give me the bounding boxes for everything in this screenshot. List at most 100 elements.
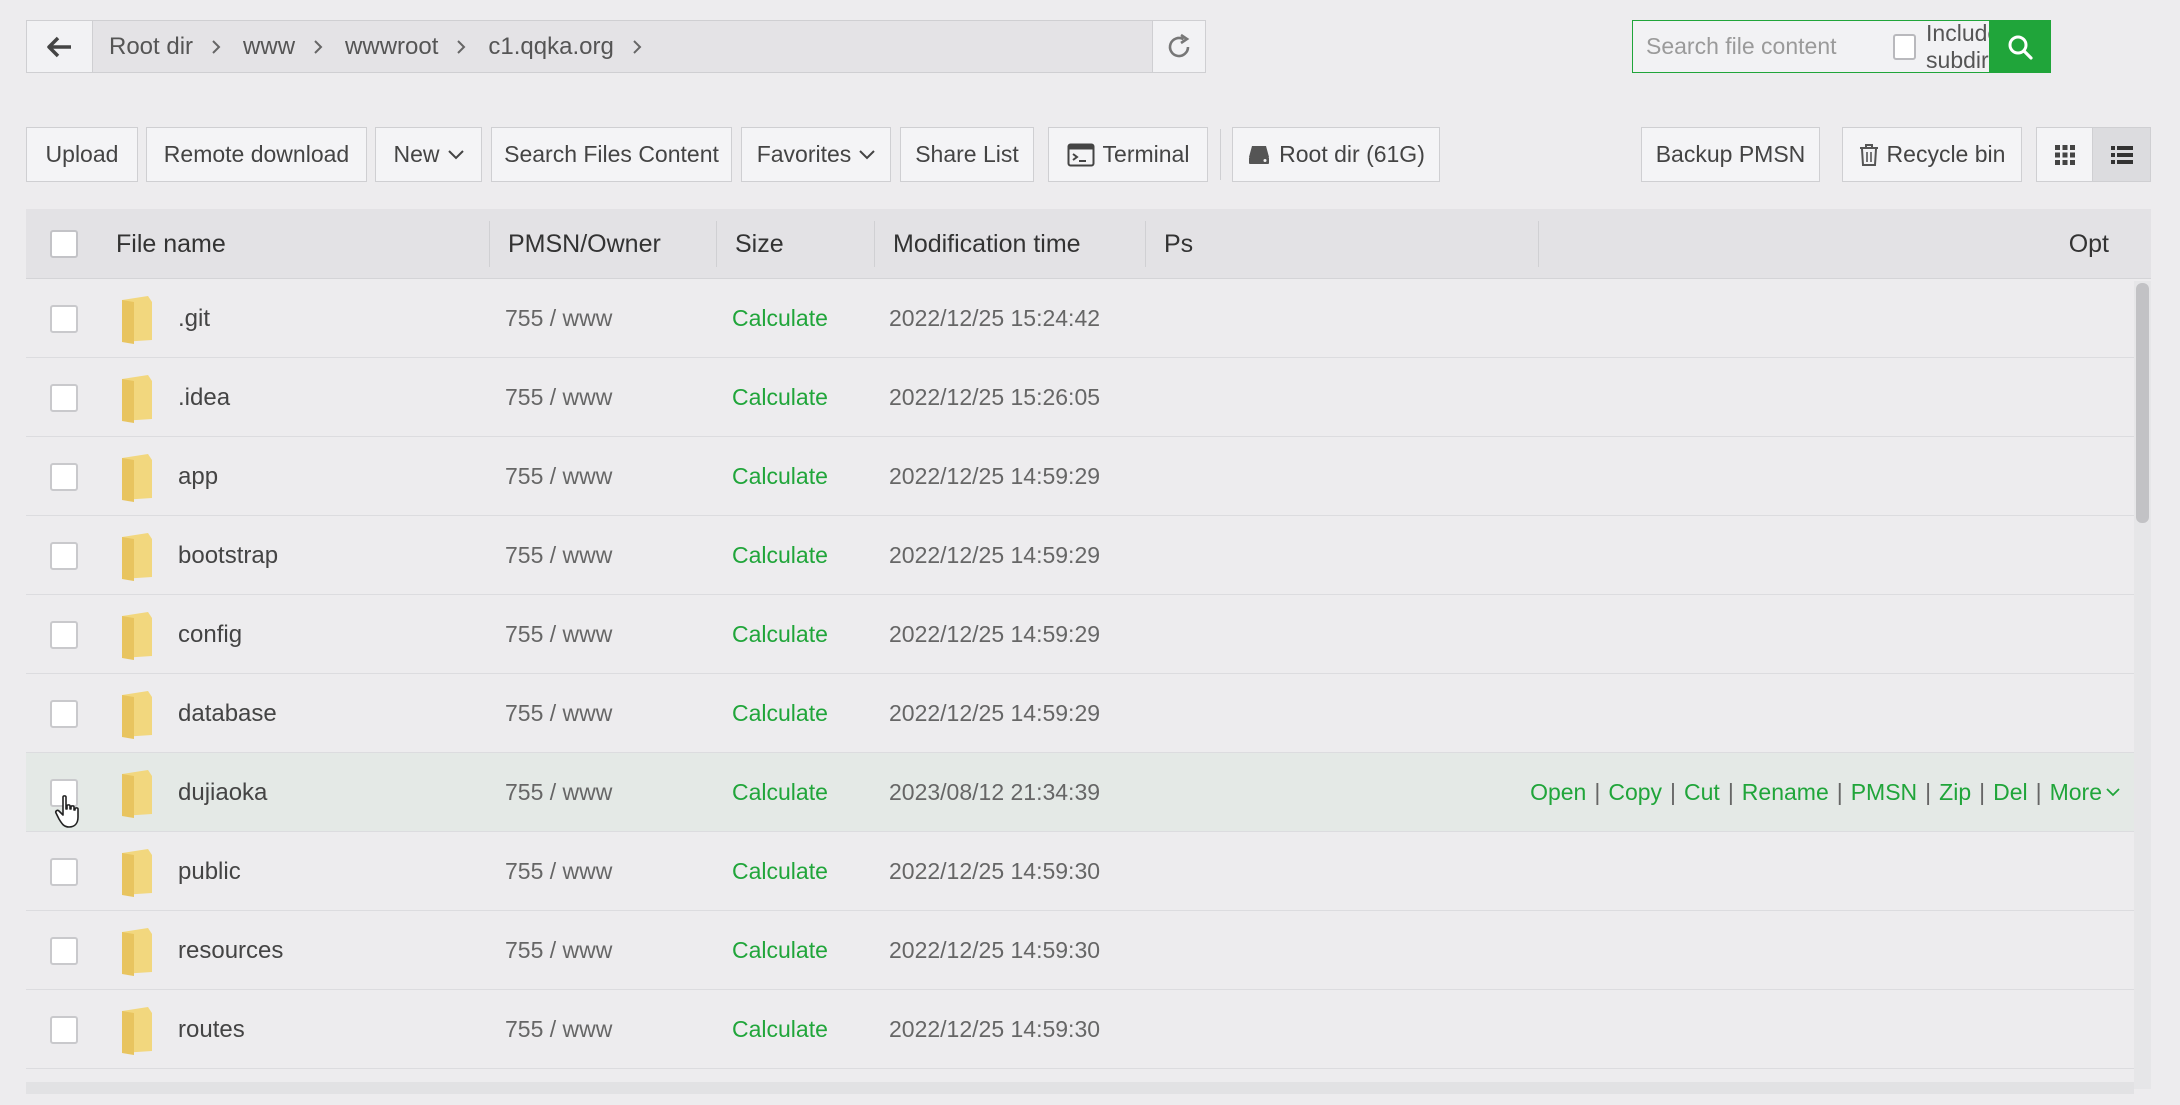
search-input[interactable] <box>1633 33 1883 60</box>
calculate-size-link[interactable]: Calculate <box>732 753 828 832</box>
file-name[interactable]: bootstrap <box>178 516 278 595</box>
file-permission[interactable]: 755 / www <box>505 358 612 437</box>
refresh-button[interactable] <box>1152 21 1205 72</box>
zip-link[interactable]: Zip <box>1939 779 1971 806</box>
vertical-scrollbar-thumb[interactable] <box>2136 283 2149 523</box>
row-checkbox[interactable] <box>50 1015 78 1044</box>
share-list-button[interactable]: Share List <box>900 127 1034 182</box>
favorites-dropdown-button[interactable]: Favorites <box>741 127 891 182</box>
header-modification-time[interactable]: Modification time <box>893 209 1081 279</box>
breadcrumb-wwwroot[interactable]: wwwroot <box>341 33 442 61</box>
include-subdir-checkbox[interactable] <box>1893 33 1917 60</box>
file-name[interactable]: app <box>178 437 218 516</box>
row-checkbox[interactable] <box>50 541 78 570</box>
terminal-button[interactable]: Terminal <box>1048 127 1208 182</box>
hard-disk-icon <box>1249 145 1270 164</box>
remote-download-button[interactable]: Remote download <box>146 127 367 182</box>
list-view-button[interactable] <box>2092 127 2151 182</box>
folder-icon <box>118 279 156 358</box>
file-permission[interactable]: 755 / www <box>505 911 612 990</box>
table-row[interactable]: database 755 / www Calculate 2022/12/25 14:… <box>26 674 2134 753</box>
select-all-checkbox[interactable] <box>50 230 78 258</box>
file-permission[interactable]: 755 / www <box>505 437 612 516</box>
file-name[interactable]: config <box>178 595 242 674</box>
calculate-size-link[interactable]: Calculate <box>732 437 828 516</box>
backup-pmsn-button[interactable]: Backup PMSN <box>1641 127 1820 182</box>
table-row[interactable]: routes 755 / www Calculate 2022/12/25 14:59… <box>26 990 2134 1069</box>
column-divider <box>874 221 875 267</box>
calculate-size-link[interactable]: Calculate <box>732 832 828 911</box>
recycle-bin-button[interactable]: Recycle bin <box>1842 127 2022 182</box>
file-name[interactable]: public <box>178 832 241 911</box>
modification-time: 2022/12/25 14:59:29 <box>889 700 1101 726</box>
header-ps[interactable]: Ps <box>1164 209 1193 279</box>
breadcrumb-www[interactable]: www <box>239 33 299 61</box>
file-name[interactable]: routes <box>178 990 245 1069</box>
more-link[interactable]: More <box>2050 779 2102 806</box>
row-checkbox[interactable] <box>50 699 78 728</box>
cut-link[interactable]: Cut <box>1684 779 1720 806</box>
row-checkbox[interactable] <box>50 462 78 491</box>
upload-button[interactable]: Upload <box>26 127 138 182</box>
file-permission[interactable]: 755 / www <box>505 516 612 595</box>
file-permission[interactable]: 755 / www <box>505 674 612 753</box>
horizontal-scrollbar-track[interactable] <box>26 1082 2134 1094</box>
open-link[interactable]: Open <box>1530 779 1586 806</box>
header-file-name[interactable]: File name <box>116 209 226 279</box>
file-name[interactable]: .idea <box>178 358 230 437</box>
header-size[interactable]: Size <box>735 209 784 279</box>
folder-icon <box>118 753 156 832</box>
chevron-right-icon <box>313 39 323 55</box>
table-row[interactable]: dujiaoka 755 / www Calculate 2023/08/12 21:… <box>26 753 2134 832</box>
calculate-size-link[interactable]: Calculate <box>732 674 828 753</box>
table-row[interactable]: config 755 / www Calculate 2022/12/25 14:59… <box>26 595 2134 674</box>
calculate-size-link[interactable]: Calculate <box>732 911 828 990</box>
row-checkbox[interactable] <box>50 304 78 333</box>
folder-icon <box>118 595 156 674</box>
row-checkbox[interactable] <box>50 857 78 886</box>
root-dir-disk-button[interactable]: Root dir (61G) <box>1232 127 1440 182</box>
new-dropdown-button[interactable]: New <box>375 127 482 182</box>
file-permission[interactable]: 755 / www <box>505 832 612 911</box>
row-select-cell <box>50 358 78 437</box>
calculate-size-link[interactable]: Calculate <box>732 279 828 358</box>
back-button[interactable] <box>27 21 93 72</box>
calculate-size-link[interactable]: Calculate <box>732 516 828 595</box>
breadcrumb-site[interactable]: c1.qqka.org <box>484 33 617 61</box>
search-files-content-button[interactable]: Search Files Content <box>491 127 732 182</box>
del-link[interactable]: Del <box>1993 779 2028 806</box>
table-row[interactable]: .git 755 / www Calculate 2022/12/25 15:24:4… <box>26 279 2134 358</box>
folder-icon <box>118 832 156 911</box>
rename-link[interactable]: Rename <box>1742 779 1829 806</box>
table-row[interactable]: app 755 / www Calculate 2022/12/25 14:59:29 <box>26 437 2134 516</box>
row-checkbox[interactable] <box>50 383 78 412</box>
calculate-size-link[interactable]: Calculate <box>732 990 828 1069</box>
modification-time: 2022/12/25 14:59:30 <box>889 1016 1101 1042</box>
folder-icon <box>118 990 156 1069</box>
file-name[interactable]: database <box>178 674 277 753</box>
modification-time: 2022/12/25 14:59:30 <box>889 858 1101 884</box>
row-checkbox[interactable] <box>50 620 78 649</box>
pmsn-link[interactable]: PMSN <box>1851 779 1917 806</box>
file-name[interactable]: dujiaoka <box>178 753 267 832</box>
remote-download-label: Remote download <box>163 141 350 167</box>
calculate-size-link[interactable]: Calculate <box>732 595 828 674</box>
table-row[interactable]: bootstrap 755 / www Calculate 2022/12/25 14… <box>26 516 2134 595</box>
calculate-size-link[interactable]: Calculate <box>732 358 828 437</box>
table-row[interactable]: .idea 755 / www Calculate 2022/12/25 15:26:… <box>26 358 2134 437</box>
row-checkbox[interactable] <box>50 936 78 965</box>
file-permission[interactable]: 755 / www <box>505 990 612 1069</box>
table-row[interactable]: resources 755 / www Calculate 2022/12/25 14… <box>26 911 2134 990</box>
file-permission[interactable]: 755 / www <box>505 753 612 832</box>
file-permission[interactable]: 755 / www <box>505 595 612 674</box>
file-name[interactable]: .git <box>178 279 210 358</box>
grid-view-button[interactable] <box>2036 127 2093 182</box>
header-pmsn-owner[interactable]: PMSN/Owner <box>508 209 661 279</box>
file-name[interactable]: resources <box>178 911 283 990</box>
chevron-right-icon[interactable] <box>632 39 642 55</box>
search-button[interactable] <box>1989 20 2051 73</box>
breadcrumb-root[interactable]: Root dir <box>105 33 197 61</box>
file-permission[interactable]: 755 / www <box>505 279 612 358</box>
copy-link[interactable]: Copy <box>1608 779 1662 806</box>
table-row[interactable]: public 755 / www Calculate 2022/12/25 14:59… <box>26 832 2134 911</box>
